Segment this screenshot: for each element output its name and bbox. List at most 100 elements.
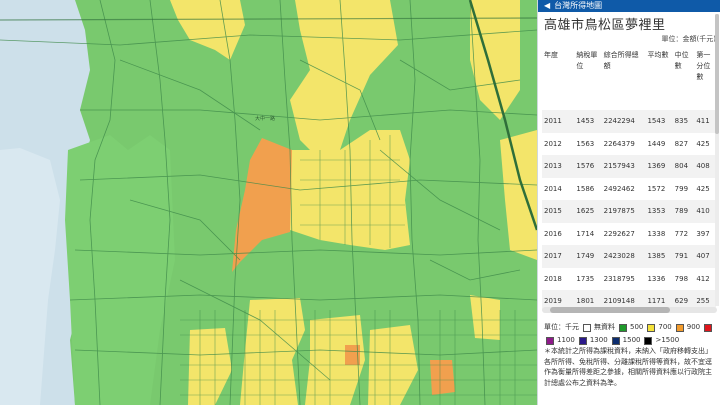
- region-yellow: [188, 328, 232, 405]
- table-cell: 1714: [576, 229, 595, 238]
- land-west: [65, 135, 175, 405]
- table-row: 2014 1586 2492462 1572 799 425: [542, 178, 716, 201]
- table-cell: 2264379: [603, 139, 635, 148]
- table-cell: 1625: [574, 200, 602, 223]
- table-cell: 1338: [647, 229, 666, 238]
- legend-swatch: [647, 323, 656, 332]
- col-header-mean: 平均數: [647, 51, 669, 59]
- legend-row: 單位：千元 無資料 500 700 900 1100 1300 1500 >1500: [544, 322, 716, 346]
- table-cell: 2157943: [601, 155, 646, 178]
- table-cell: 2423028: [601, 245, 646, 268]
- legend-swatch: [619, 323, 627, 332]
- table-cell: 2013: [542, 155, 575, 178]
- table-cell: 397: [696, 229, 710, 238]
- col-header-q1: 第一分位數: [696, 51, 711, 81]
- table-cell: 425: [696, 184, 710, 193]
- legend-label: 500: [630, 323, 644, 331]
- table-cell: 2292627: [603, 229, 635, 238]
- table-cell: 1453: [574, 110, 602, 133]
- legend-swatch: [546, 336, 554, 345]
- map-canvas[interactable]: 大中一路: [0, 0, 537, 405]
- table-cell: 2014: [544, 184, 562, 193]
- table-cell: 408: [694, 155, 716, 178]
- table-cell: 2011: [542, 110, 575, 133]
- table-cell: 2492462: [603, 184, 635, 193]
- legend-label: >1500: [655, 336, 680, 344]
- table-cell: 1353: [645, 200, 673, 223]
- legend-label: 900: [686, 323, 701, 331]
- table-cell: 827: [674, 139, 689, 148]
- table-cell: 798: [674, 274, 689, 283]
- unit-note: 單位：金額(千元): [661, 35, 716, 43]
- table-cell: 2016: [544, 229, 562, 238]
- region-yellow: [170, 0, 245, 60]
- table-cell: 2197875: [601, 200, 646, 223]
- table-cell: 1572: [647, 184, 666, 193]
- legend-label: 1500: [622, 336, 641, 344]
- col-header-year: 年度: [544, 51, 558, 59]
- table-row: 2012 1563 2264379 1449 827 425: [542, 133, 716, 156]
- footnote: ＊本統計之所得為課稅資料，未納入「政府移轉支出」各所所得、免稅所得、分離課稅所得…: [544, 347, 712, 387]
- table-cell: 425: [696, 139, 710, 148]
- table-row: 2011 1453 2242294 1543 835 411: [542, 110, 716, 133]
- legend-label: 無資料: [594, 323, 615, 331]
- table-cell: 412: [696, 274, 710, 283]
- table-cell: 407: [694, 245, 716, 268]
- legend-swatch: [578, 336, 587, 345]
- table-cell: 2242294: [601, 110, 646, 133]
- table-horizontal-scrollbar[interactable]: [542, 307, 717, 313]
- income-table-container[interactable]: 年度 納稅單位 綜合所得總額 平均數 中位數 第一分位數 2011 1453 224…: [542, 48, 716, 310]
- col-header-units: 納稅單位: [576, 51, 598, 70]
- table-row: 2016 1714 2292627 1338 772 397: [542, 223, 716, 246]
- table-cell: 1749: [574, 245, 602, 268]
- table-row: 2017 1749 2423028 1385 791 407: [542, 245, 716, 268]
- table-cell: 1586: [576, 184, 595, 193]
- table-cell: 410: [694, 200, 716, 223]
- legend-swatch: [611, 336, 620, 345]
- table-row: 2015 1625 2197875 1353 789 410: [542, 200, 716, 223]
- table-cell: 2318795: [603, 274, 635, 283]
- table-row: 2013 1576 2157943 1369 804 408: [542, 155, 716, 178]
- table-header-row: 年度 納稅單位 綜合所得總額 平均數 中位數 第一分位數: [542, 48, 716, 110]
- income-map[interactable]: 大中一路: [0, 0, 537, 405]
- table-cell: 1385: [645, 245, 673, 268]
- table-row: 2018 1735 2318795 1336 798 412: [542, 268, 716, 291]
- legend-label: 1100: [557, 336, 575, 344]
- table-cell: 791: [672, 245, 695, 268]
- region-yellow: [500, 130, 537, 260]
- table-cell: 804: [672, 155, 695, 178]
- legend-swatch: [675, 323, 684, 332]
- table-cell: 1543: [645, 110, 673, 133]
- table-cell: 799: [674, 184, 689, 193]
- legend: 單位：千元 無資料 500 700 900 1100 1300 1500 >1500: [544, 322, 716, 346]
- table-cell: 2015: [542, 200, 575, 223]
- legend-swatch: [583, 323, 591, 332]
- legend-label: 700: [658, 323, 672, 331]
- table-cell: 411: [694, 110, 716, 133]
- legend-unit-label: 單位：千元: [544, 323, 579, 331]
- col-header-median: 中位數: [674, 51, 689, 70]
- col-header-total: 綜合所得總額: [603, 51, 639, 70]
- app-title: 台灣所得地圖: [554, 1, 603, 10]
- table-cell: 1449: [647, 139, 666, 148]
- table-cell: 1336: [647, 274, 666, 283]
- table-cell: 2012: [544, 139, 562, 148]
- table-cell: 1563: [576, 139, 595, 148]
- chevron-left-icon[interactable]: ◀: [544, 0, 550, 12]
- table-cell: 2017: [542, 245, 575, 268]
- table-cell: 772: [674, 229, 689, 238]
- table-cell: 2018: [544, 274, 562, 283]
- info-panel: ◀ 台灣所得地圖 高雄市鳥松區夢裡里 單位：金額(千元) 年度 納稅單位 綜合所…: [537, 0, 720, 405]
- table-cell: 1735: [576, 274, 595, 283]
- table-cell: 835: [672, 110, 695, 133]
- table-cell: 789: [672, 200, 695, 223]
- income-table: 年度 納稅單位 綜合所得總額 平均數 中位數 第一分位數 2011 1453 224…: [542, 48, 716, 310]
- region-yellow: [470, 295, 500, 340]
- road-label: 大中一路: [255, 115, 275, 122]
- panel-header[interactable]: ◀ 台灣所得地圖: [538, 0, 720, 12]
- legend-label: 1300: [589, 336, 608, 344]
- table-vertical-scrollbar[interactable]: [715, 14, 719, 306]
- table-cell: 1369: [645, 155, 673, 178]
- place-title: 高雄市鳥松區夢裡里: [544, 18, 666, 33]
- legend-swatch: [644, 336, 653, 345]
